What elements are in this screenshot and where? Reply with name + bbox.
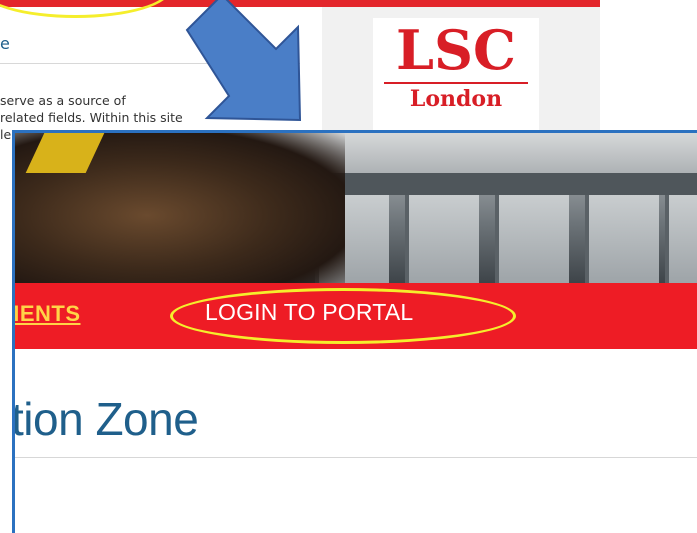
arrow-icon [185, 0, 302, 122]
